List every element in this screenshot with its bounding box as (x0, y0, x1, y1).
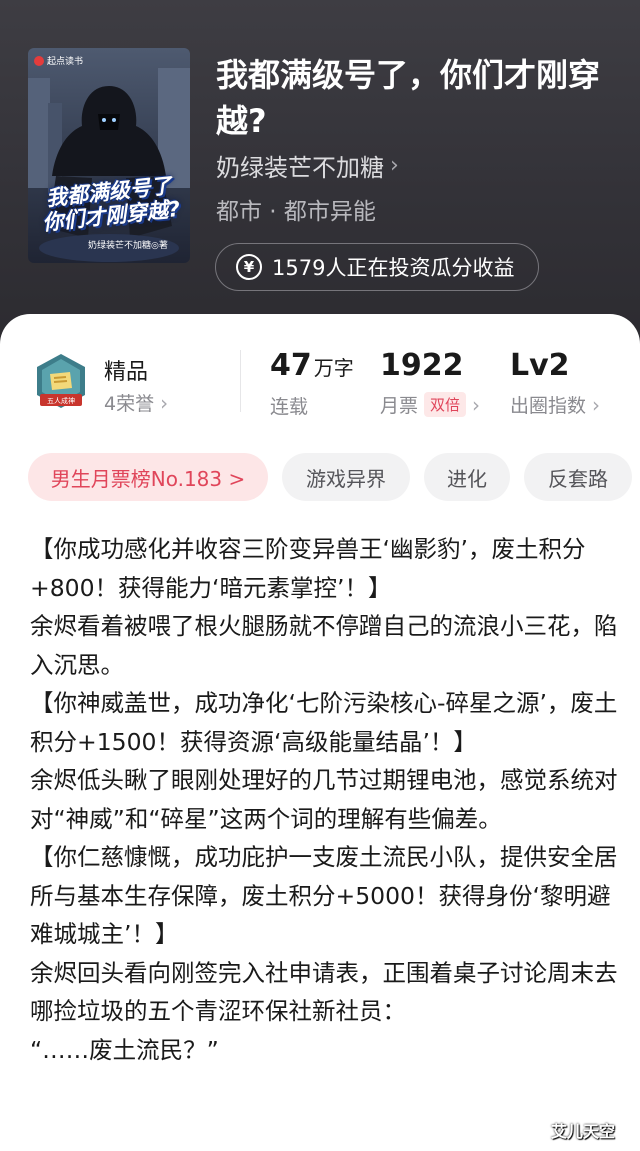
synopsis-paragraph: 【你仁慈慷慨，成功庇护一支废土流民小队，提供安全居所与基本生存保障，废土积分+5… (30, 843, 618, 948)
chevron-right-icon: › (160, 390, 169, 415)
level-label: 出圈指数 (510, 395, 587, 417)
yen-icon: ¥ (236, 254, 262, 280)
genre-label: 都市 · 都市异能 (216, 199, 376, 225)
serial-status: 连载 (270, 396, 309, 418)
honor-link[interactable]: 4荣誉 › (104, 389, 168, 416)
quality-badge-icon: 五人成神 (37, 354, 85, 408)
badge-text: 五人成神 (47, 396, 75, 405)
double-tag: 双倍 (424, 392, 467, 417)
tag-rank[interactable]: 男生月票榜No.183 > (28, 453, 268, 501)
synopsis-paragraph: “……废土流民？” (30, 1035, 219, 1064)
word-count: 47 万字 (270, 348, 354, 383)
author-name: 奶绿装芒不加糖 (216, 154, 384, 182)
invest-button[interactable]: ¥ 1579人正在投资瓜分收益 (215, 243, 539, 291)
word-count-unit: 万字 (313, 356, 354, 380)
level-value: Lv2 (510, 348, 570, 383)
cover-author-tag: 奶绿装芒不加糖◎著 (88, 241, 168, 251)
synopsis-paragraph: 【你神威盖世，成功净化‘七阶污染核心-碎星之源’，废土积分+1500！获得资源‘… (30, 689, 618, 756)
book-header: 起点读书 我都满级号了 你们才刚穿越? 奶绿装芒不加糖◎著 我都满级号了，你们才… (0, 0, 640, 350)
watermark: 艾儿天空 (551, 1122, 616, 1141)
quality-label: 精品 (104, 360, 149, 385)
synopsis-paragraph: 【你成功感化并收容三阶变异兽王‘幽影豹’，废土积分+800！获得能力‘暗元素掌控… (30, 535, 586, 602)
author-link[interactable]: 奶绿装芒不加糖 › (216, 148, 399, 183)
synopsis-paragraph: 余烬看着被喂了根火腿肠就不停蹭自己的流浪小三花，陷入沉思。 (30, 612, 618, 679)
monthly-votes-label: 月票 (380, 395, 419, 417)
tag-game[interactable]: 游戏异界 (282, 453, 410, 501)
tag-anti-trope[interactable]: 反套路 (524, 453, 632, 501)
synopsis-paragraph: 余烬回头看向刚签完入社申请表，正围着桌子讨论周末去哪捡垃圾的五个青涩环保社新社员… (30, 958, 618, 1026)
book-cover[interactable]: 起点读书 我都满级号了 你们才刚穿越? 奶绿装芒不加糖◎著 (28, 48, 190, 263)
chevron-right-icon: › (390, 153, 399, 178)
honor-count: 4荣誉 (104, 393, 155, 415)
word-count-value: 47 (270, 348, 312, 383)
invest-label: 1579人正在投资瓜分收益 (272, 256, 515, 280)
monthly-votes-value: 1922 (380, 348, 464, 383)
synopsis-paragraph: 余烬低头瞅了眼刚处理好的几节过期锂电池，感觉系统对对“神威”和“碎星”这两个词的… (30, 766, 618, 833)
synopsis: 【你成功感化并收容三阶变异兽王‘幽影豹’，废土积分+800！获得能力‘暗元素掌控… (30, 530, 620, 1069)
chevron-right-icon: › (592, 392, 601, 417)
chevron-right-icon: › (472, 392, 481, 417)
brand-logo-icon (34, 55, 44, 66)
monthly-votes-link[interactable]: 月票 双倍 › (380, 391, 480, 418)
tag-evolution[interactable]: 进化 (424, 453, 510, 501)
stats-divider (240, 350, 241, 412)
cover-brand-label: 起点读书 (47, 57, 84, 67)
book-title: 我都满级号了，你们才刚穿越? (216, 56, 601, 140)
level-link[interactable]: 出圈指数 › (510, 391, 600, 418)
cover-brand: 起点读书 (34, 54, 83, 67)
